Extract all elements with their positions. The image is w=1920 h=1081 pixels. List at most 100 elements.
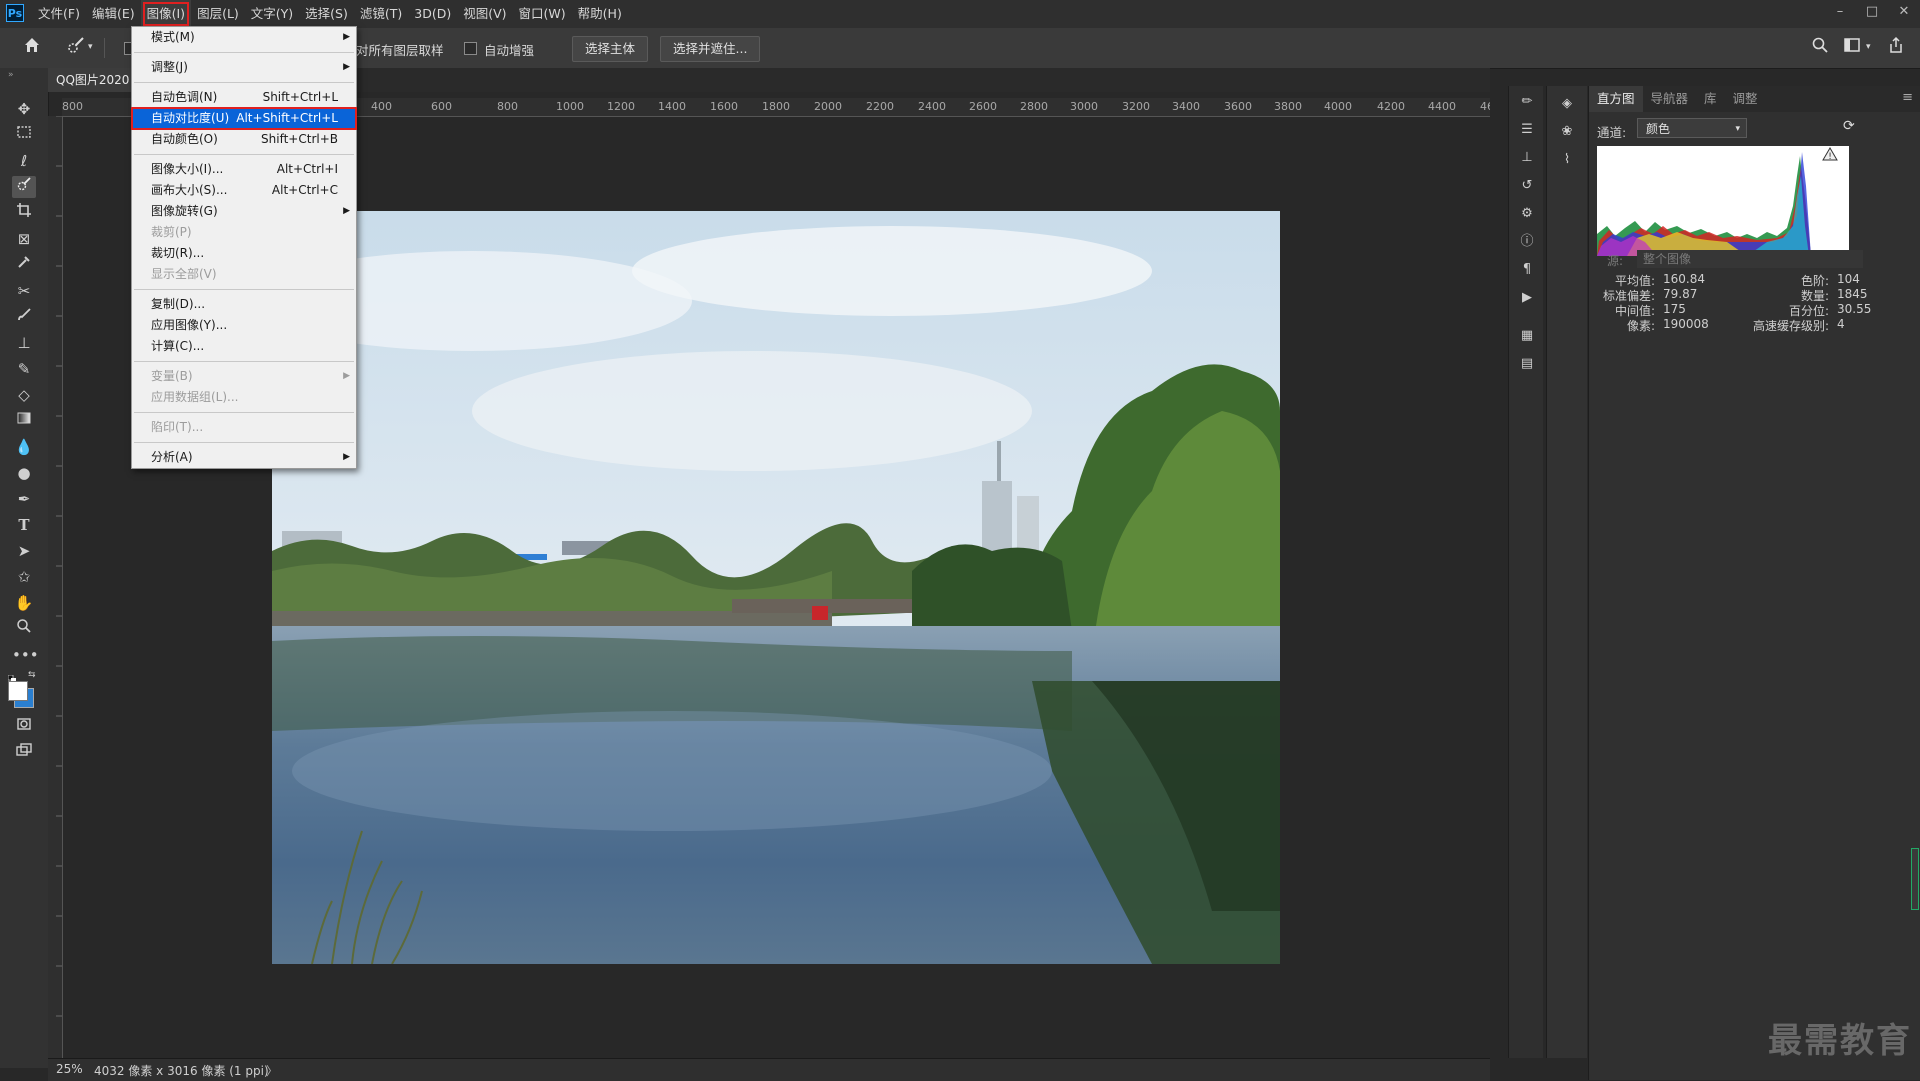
panel-tab[interactable]: 调整 [1725, 86, 1766, 112]
actions-icon[interactable]: ▶ [1517, 288, 1537, 308]
type-tool-icon[interactable]: T [12, 514, 36, 536]
gradient-tool-icon[interactable] [12, 410, 36, 432]
zoom-tool-icon[interactable] [12, 618, 36, 640]
channels-icon[interactable]: ❀ [1557, 122, 1577, 142]
maximize-button[interactable]: □ [1856, 0, 1888, 24]
image-menu-item[interactable]: 应用图像(Y)... [132, 315, 356, 336]
close-button[interactable]: ✕ [1888, 0, 1920, 24]
brush-settings-icon[interactable]: ✏ [1517, 92, 1537, 112]
quick-mask-icon[interactable] [12, 716, 36, 738]
swap-colors-icon[interactable]: ⇆ [28, 670, 36, 680]
workspace-icon[interactable] [1840, 36, 1864, 60]
menu-item[interactable]: 文字(Y) [245, 0, 299, 28]
menu-item[interactable]: 文件(F) [32, 0, 86, 28]
image-menu-item[interactable]: 计算(C)... [132, 336, 356, 357]
menu-item[interactable]: 3D(D) [408, 0, 457, 28]
document-tab[interactable]: QQ图片2020 [48, 68, 138, 92]
menu-items: 文件(F) 编辑(E) 图像(I) 图层(L) 文字(Y) 选择(S) 滤镜(T) 3D(D)… [32, 0, 628, 28]
blur-tool-icon[interactable]: 💧 [12, 436, 36, 458]
auto-contrast-menu-item[interactable]: 自动对比度(U) Alt+Shift+Ctrl+L [131, 107, 357, 130]
menu-separator [134, 361, 354, 362]
menu-item[interactable]: 图像(I) [140, 0, 192, 28]
quick-selection-tool-icon[interactable] [12, 176, 36, 198]
workspace-arrow[interactable]: ▾ [1866, 42, 1871, 52]
marquee-tool-icon[interactable] [12, 124, 36, 146]
dodge-tool-icon[interactable]: ● [12, 462, 36, 484]
image-menu-item[interactable]: 裁切(R)... [132, 243, 356, 264]
image-menu-item: 裁剪(P) [132, 222, 356, 243]
panel-tab[interactable]: 直方图 [1589, 86, 1643, 112]
glyphs-icon[interactable]: ▦ [1517, 326, 1537, 346]
paths-icon[interactable]: ⌇ [1557, 150, 1577, 170]
menu-item[interactable]: 选择(S) [299, 0, 354, 28]
image-menu-item[interactable]: 图像旋转(G) ▶ [132, 201, 356, 222]
panel-scrollbar[interactable] [1911, 848, 1919, 910]
select-subject-button[interactable]: 选择主体 [572, 36, 649, 62]
menu-item[interactable]: 帮助(H) [572, 0, 628, 28]
eyedropper-tool-icon[interactable] [12, 254, 36, 276]
image-menu-item[interactable]: 自动色调(N) Shift+Ctrl+L [132, 87, 356, 108]
menu-item[interactable]: 窗口(W) [513, 0, 572, 28]
history-icon[interactable]: ↺ [1517, 176, 1537, 196]
image-menu-item[interactable]: 画布大小(S)... Alt+Ctrl+C [132, 180, 356, 201]
image-menu-item[interactable]: 分析(A) ▶ [132, 447, 356, 468]
share-icon[interactable] [1884, 36, 1908, 60]
panel-tab[interactable]: 导航器 [1643, 86, 1697, 112]
select-and-mask-button[interactable]: 选择并遮住... [660, 36, 761, 62]
hand-tool-icon[interactable]: ✋ [12, 592, 36, 614]
image-menu-item[interactable]: 模式(M) ▶ [132, 27, 356, 48]
minimize-button[interactable]: – [1824, 0, 1856, 24]
tool-presets-icon[interactable]: ☰ [1517, 120, 1537, 140]
menu-item[interactable]: 编辑(E) [86, 0, 141, 28]
submenu-arrow-icon: ▶ [343, 452, 350, 462]
image-menu-item[interactable]: 调整(J) ▶ [132, 57, 356, 78]
layers-icon[interactable]: ◈ [1557, 94, 1577, 114]
image-menu-item[interactable]: 图像大小(I)... Alt+Ctrl+I [132, 159, 356, 180]
healing-tool-icon[interactable]: ✂ [12, 280, 36, 302]
more-tools-icon[interactable]: ••• [12, 644, 39, 666]
lasso-tool-icon[interactable]: ℓ [12, 150, 36, 172]
image-menu-item[interactable]: 复制(D)... [132, 294, 356, 315]
source-select[interactable]: 整个图像 [1637, 250, 1863, 268]
stat-key: 数量: [1800, 289, 1829, 303]
menu-item[interactable]: 视图(V) [457, 0, 512, 28]
brush-tool-icon[interactable] [12, 306, 36, 328]
frame-tool-icon[interactable]: ⊠ [12, 228, 36, 250]
tool-preset-arrow[interactable]: ▾ [88, 42, 93, 52]
quick-selection-tool-icon[interactable] [64, 36, 88, 60]
crop-tool-icon[interactable] [12, 202, 36, 224]
screen-mode-icon[interactable] [12, 742, 36, 764]
stats-left: 平均值: 160.84 标准偏差: 79.87 中间值: 175 像素: 190008 [1589, 272, 1709, 333]
panel-menu-icon[interactable]: ≡ [1902, 90, 1913, 105]
path-selection-tool-icon[interactable]: ➤ [12, 540, 36, 562]
document-image[interactable] [272, 211, 1280, 964]
image-menu-item[interactable]: 自动颜色(O) Shift+Ctrl+B [132, 129, 356, 150]
collapse-arrows-icon[interactable]: » [8, 70, 14, 80]
ruler-label: 3400 [1172, 100, 1200, 113]
notes-icon[interactable]: ▤ [1517, 354, 1537, 374]
menu-item[interactable]: 图层(L) [191, 0, 245, 28]
zoom-level[interactable]: 25% [56, 1062, 83, 1076]
auto-enhance-checkbox[interactable] [464, 42, 477, 55]
status-menu-arrow[interactable]: 〉 [266, 1062, 278, 1079]
clone-stamp-tool-icon[interactable]: ⊥ [12, 332, 36, 354]
home-icon[interactable] [20, 36, 44, 60]
character-icon[interactable]: ¶ [1517, 260, 1537, 280]
move-tool-icon[interactable]: ✥ [12, 98, 36, 120]
menu-item[interactable]: 滤镜(T) [354, 0, 408, 28]
pen-tool-icon[interactable]: ✒ [12, 488, 36, 510]
menu-item-label: 画布大小(S)... [151, 183, 228, 197]
panel-tab[interactable]: 库 [1696, 86, 1725, 112]
history-brush-tool-icon[interactable]: ✎ [12, 358, 36, 380]
shape-tool-icon[interactable]: ✩ [12, 566, 36, 588]
refresh-icon[interactable]: ⟳ [1843, 118, 1855, 134]
default-colors-icon[interactable] [7, 672, 16, 683]
info-icon[interactable]: ⓘ [1517, 232, 1537, 252]
foreground-color-swatch[interactable] [8, 681, 28, 701]
search-icon[interactable] [1808, 36, 1832, 60]
chevron-down-icon: ▾ [1735, 124, 1740, 134]
properties-icon[interactable]: ⚙ [1517, 204, 1537, 224]
channel-select[interactable]: 颜色 ▾ [1637, 118, 1747, 138]
clone-source-icon[interactable]: ⊥ [1517, 148, 1537, 168]
eraser-tool-icon[interactable]: ◇ [12, 384, 36, 406]
